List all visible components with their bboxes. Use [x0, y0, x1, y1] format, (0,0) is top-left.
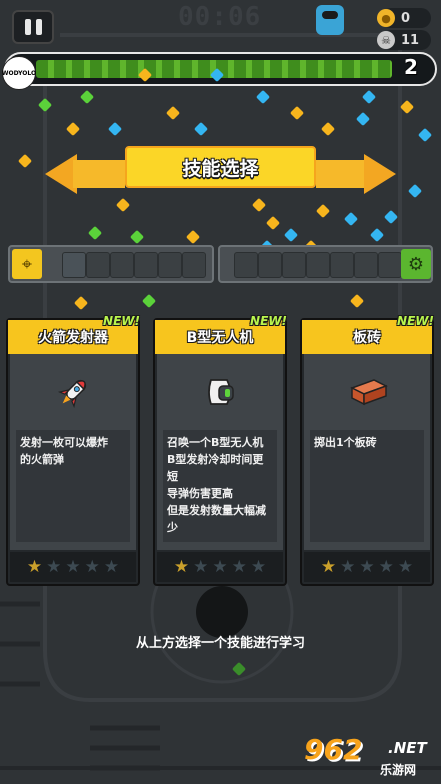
skill-select-banner: 技能选择: [45, 146, 396, 194]
hint-text: 从上方选择一个技能进行学习: [135, 636, 305, 651]
star-icon: ★: [84, 556, 100, 577]
passive-gear-icon: ⚙: [401, 249, 431, 279]
weapon-slot: [134, 252, 158, 278]
skill-card-brick[interactable]: 板砖 NEW! 掷出1个板砖 ★ ★ ★ ★ ★: [300, 314, 434, 586]
star-icon: ★: [46, 556, 62, 577]
banner-arrow-right-icon: [364, 154, 396, 194]
star-icon: ★: [320, 556, 337, 577]
weapon-slot: [86, 252, 110, 278]
site-watermark: 962 .NET 乐游网: [302, 733, 436, 779]
coin-counter: ● 0: [377, 8, 431, 28]
star-icon: ★: [173, 556, 190, 577]
skill-card-rocket-launcher[interactable]: 火箭发射器 NEW! 发射一枚可以爆炸 的火箭弹 ★ ★ ★ ★ ★: [6, 314, 140, 586]
skill-card-body: 召唤一个B型无人机 B型发射冷却时间更 短 导弹伤害更高 但是发射数量大幅减 少: [157, 354, 283, 550]
banner-wing-left: [73, 160, 125, 188]
star-icon: ★: [231, 556, 247, 577]
skill-card-body: 掷出1个板砖: [304, 354, 430, 550]
weapon-slot: [158, 252, 182, 278]
drone-icon: [208, 379, 234, 405]
skill-card-stars: ★ ★ ★ ★ ★: [157, 552, 283, 582]
weapon-slot-knife: [62, 252, 86, 278]
skill-card-description: 发射一枚可以爆炸 的火箭弹: [16, 430, 130, 542]
passive-slot: [258, 252, 282, 278]
passive-slots: ⚙: [218, 245, 433, 283]
skill-card-description: 召唤一个B型无人机 B型发射冷却时间更 短 导弹伤害更高 但是发射数量大幅减 少: [163, 430, 277, 542]
banner-title: 技能选择: [125, 146, 316, 188]
pause-bar-icon: [24, 19, 31, 35]
star-icon: ★: [397, 556, 414, 577]
star-icon: ★: [340, 556, 356, 577]
star-icon: ★: [193, 556, 209, 577]
star-icon: ★: [26, 556, 43, 577]
passive-slot: [354, 252, 378, 278]
weapon-slots: ⌖: [8, 245, 214, 283]
star-icon: ★: [65, 556, 81, 577]
player-avatar[interactable]: WODYOLO: [2, 56, 36, 90]
passive-slot: [330, 252, 354, 278]
brick-icon: [350, 379, 388, 406]
kill-counter: ☠ 11: [377, 30, 431, 50]
skill-card-body: 发射一枚可以爆炸 的火箭弹: [10, 354, 136, 550]
pause-button[interactable]: [12, 10, 54, 44]
banner-wing-right: [316, 160, 368, 188]
star-icon: ★: [212, 556, 228, 577]
watermark-number: 962: [304, 733, 363, 766]
skull-icon: ☠: [377, 31, 395, 49]
star-icon: ★: [103, 556, 120, 577]
coin-icon: ●: [377, 9, 395, 27]
mascot-icon: [316, 5, 344, 35]
watermark-site: 乐游网: [380, 763, 417, 777]
coin-count: 0: [401, 10, 411, 26]
new-badge: NEW!: [103, 314, 140, 328]
game-timer: 00:06: [178, 2, 262, 32]
passive-slot: [282, 252, 306, 278]
weapon-slot: [110, 252, 134, 278]
kill-count: 11: [401, 32, 420, 48]
xp-bar: [4, 52, 437, 86]
rocket-icon: [57, 379, 87, 409]
star-icon: ★: [359, 556, 375, 577]
new-badge: NEW!: [397, 314, 434, 328]
passive-slot: [306, 252, 330, 278]
pause-bar-icon: [35, 19, 42, 35]
skill-card-drone-b[interactable]: B型无人机 NEW! 召唤一个B型无人机 B型发射冷却时间更 短 导弹伤害更高 …: [153, 314, 287, 586]
star-icon: ★: [378, 556, 394, 577]
skill-card-description: 掷出1个板砖: [310, 430, 424, 542]
watermark-net: .NET: [388, 739, 427, 757]
skill-card-stars: ★ ★ ★ ★ ★: [10, 552, 136, 582]
skill-card-stars: ★ ★ ★ ★ ★: [304, 552, 430, 582]
passive-slot: [234, 252, 258, 278]
weapon-slot: [182, 252, 206, 278]
passive-slot: [378, 252, 402, 278]
new-badge: NEW!: [250, 314, 287, 328]
star-icon: ★: [250, 556, 267, 577]
crosshair-icon: ⌖: [12, 249, 42, 279]
player-level: 2: [404, 55, 418, 79]
